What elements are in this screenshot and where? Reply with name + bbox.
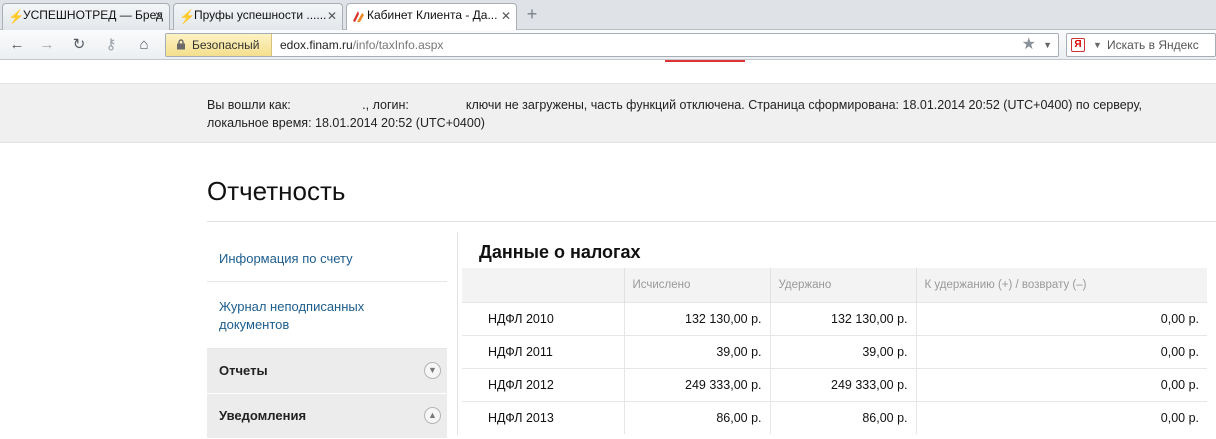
close-tab-icon[interactable]: ✕	[154, 9, 164, 23]
lightning-icon: ⚡	[179, 9, 196, 24]
column-header: Исчислено	[624, 268, 771, 302]
section-label: Отчеты	[219, 363, 268, 378]
url-text[interactable]: edox.finam.ru/info/taxInfo.aspx	[280, 34, 443, 56]
chevron-down-icon[interactable]: ▼	[1043, 35, 1052, 55]
tab-title: УСПЕШНОТРЕД — Бред	[23, 8, 164, 22]
close-tab-icon[interactable]: ✕	[501, 9, 511, 23]
calculated-value: 86,00 р.	[624, 400, 771, 434]
column-header: Удержано	[770, 268, 917, 302]
table-row: НДФЛ 2013 86,00 р. 86,00 р. 0,00 р.	[462, 400, 1207, 434]
tax-name: НДФЛ 2013	[462, 400, 625, 434]
section-label: Уведомления	[219, 408, 307, 423]
balance-value: 0,00 р.	[916, 334, 1207, 368]
tab-title: Пруфы успешности ......	[194, 8, 327, 22]
balance-value: 0,00 р.	[916, 400, 1207, 434]
sidebar-item-unsigned-documents[interactable]: Журнал неподписанных документов	[207, 282, 447, 349]
browser-tab-1[interactable]: ⚡ УСПЕШНОТРЕД — Бред ✕	[2, 3, 170, 30]
column-divider	[457, 232, 458, 435]
yandex-icon: Я	[1071, 38, 1085, 52]
divider	[207, 221, 1216, 222]
tax-table: Исчислено Удержано К удержанию (+) / воз…	[462, 268, 1207, 434]
redacted-login	[412, 101, 462, 111]
info-text-1: Вы вошли как:	[207, 98, 291, 112]
url-path: /info/taxInfo.aspx	[352, 38, 444, 52]
security-label: Безопасный	[192, 38, 260, 52]
chevron-down-icon[interactable]: ▼	[424, 362, 441, 379]
withheld-value: 249 333,00 р.	[770, 367, 917, 401]
withheld-value: 86,00 р.	[770, 400, 917, 434]
reload-icon[interactable]: ↻	[68, 35, 90, 55]
table-row: НДФЛ 2011 39,00 р. 39,00 р. 0,00 р.	[462, 334, 1207, 368]
table-header-row: Исчислено Удержано К удержанию (+) / воз…	[462, 268, 1207, 302]
sidebar-section-notifications[interactable]: Уведомления ▲	[207, 394, 447, 439]
search-input[interactable]: Я ▼ Искать в Яндекс	[1066, 33, 1216, 57]
chevron-up-icon[interactable]: ▲	[424, 407, 441, 424]
lock-icon	[177, 39, 185, 50]
tax-name: НДФЛ 2012	[462, 367, 625, 401]
balance-value: 0,00 р.	[916, 301, 1207, 335]
finam-logo-icon	[352, 10, 364, 24]
home-icon[interactable]: ⌂	[133, 35, 155, 55]
balance-value: 0,00 р.	[916, 367, 1207, 401]
sidebar-section-reports[interactable]: Отчеты ▼	[207, 349, 447, 394]
security-badge[interactable]: Безопасный	[166, 34, 272, 56]
key-icon[interactable]: ⚷	[100, 35, 122, 55]
browser-navbar: ← → ↻ ⚷ ⌂ Безопасный edox.finam.ru/info/…	[0, 30, 1216, 60]
tax-name: НДФЛ 2011	[462, 334, 625, 368]
table-row: НДФЛ 2012 249 333,00 р. 249 333,00 р. 0,…	[462, 367, 1207, 401]
sidebar: Информация по счету Журнал неподписанных…	[207, 232, 447, 439]
sidebar-item-account-info[interactable]: Информация по счету	[207, 232, 447, 282]
back-arrow-icon[interactable]: ←	[6, 35, 28, 55]
session-info-bar: Вы вошли как: ., логин: ключи не загруже…	[0, 83, 1216, 143]
session-info-text: Вы вошли как: ., логин: ключи не загруже…	[207, 96, 1197, 132]
calculated-value: 132 130,00 р.	[624, 301, 771, 335]
address-bar[interactable]: Безопасный edox.finam.ru/info/taxInfo.as…	[165, 33, 1059, 57]
page-title: Отчетность	[207, 176, 346, 206]
column-header	[462, 268, 625, 302]
new-tab-button[interactable]: +	[522, 5, 542, 25]
browser-tab-2[interactable]: ⚡ Пруфы успешности ...... ✕	[173, 3, 343, 30]
tax-name: НДФЛ 2010	[462, 301, 625, 335]
column-header: К удержанию (+) / возврату (–)	[916, 268, 1207, 302]
bookmark-star-icon[interactable]: ★	[1022, 35, 1036, 55]
calculated-value: 39,00 р.	[624, 334, 771, 368]
withheld-value: 39,00 р.	[770, 334, 917, 368]
table-title: Данные о налогах	[479, 242, 641, 262]
chevron-down-icon[interactable]: ▼	[1093, 34, 1102, 56]
tab-title: Кабинет Клиента - Да...	[367, 8, 498, 22]
table-row: НДФЛ 2010 132 130,00 р. 132 130,00 р. 0,…	[462, 301, 1207, 335]
url-domain: edox.finam.ru	[280, 38, 353, 52]
search-placeholder: Искать в Яндекс	[1107, 38, 1199, 52]
withheld-value: 132 130,00 р.	[770, 301, 917, 335]
redacted-username	[294, 101, 362, 111]
info-text-2: ., логин:	[362, 98, 409, 112]
browser-tab-bar: ⚡ УСПЕШНОТРЕД — Бред ✕ ⚡ Пруфы успешност…	[0, 0, 1216, 31]
forward-arrow-icon[interactable]: →	[36, 35, 58, 55]
browser-tab-3[interactable]: Кабинет Клиента - Да... ✕	[346, 3, 517, 31]
calculated-value: 249 333,00 р.	[624, 367, 771, 401]
close-tab-icon[interactable]: ✕	[327, 9, 337, 23]
active-menu-indicator	[665, 60, 745, 62]
lightning-icon: ⚡	[8, 9, 25, 24]
